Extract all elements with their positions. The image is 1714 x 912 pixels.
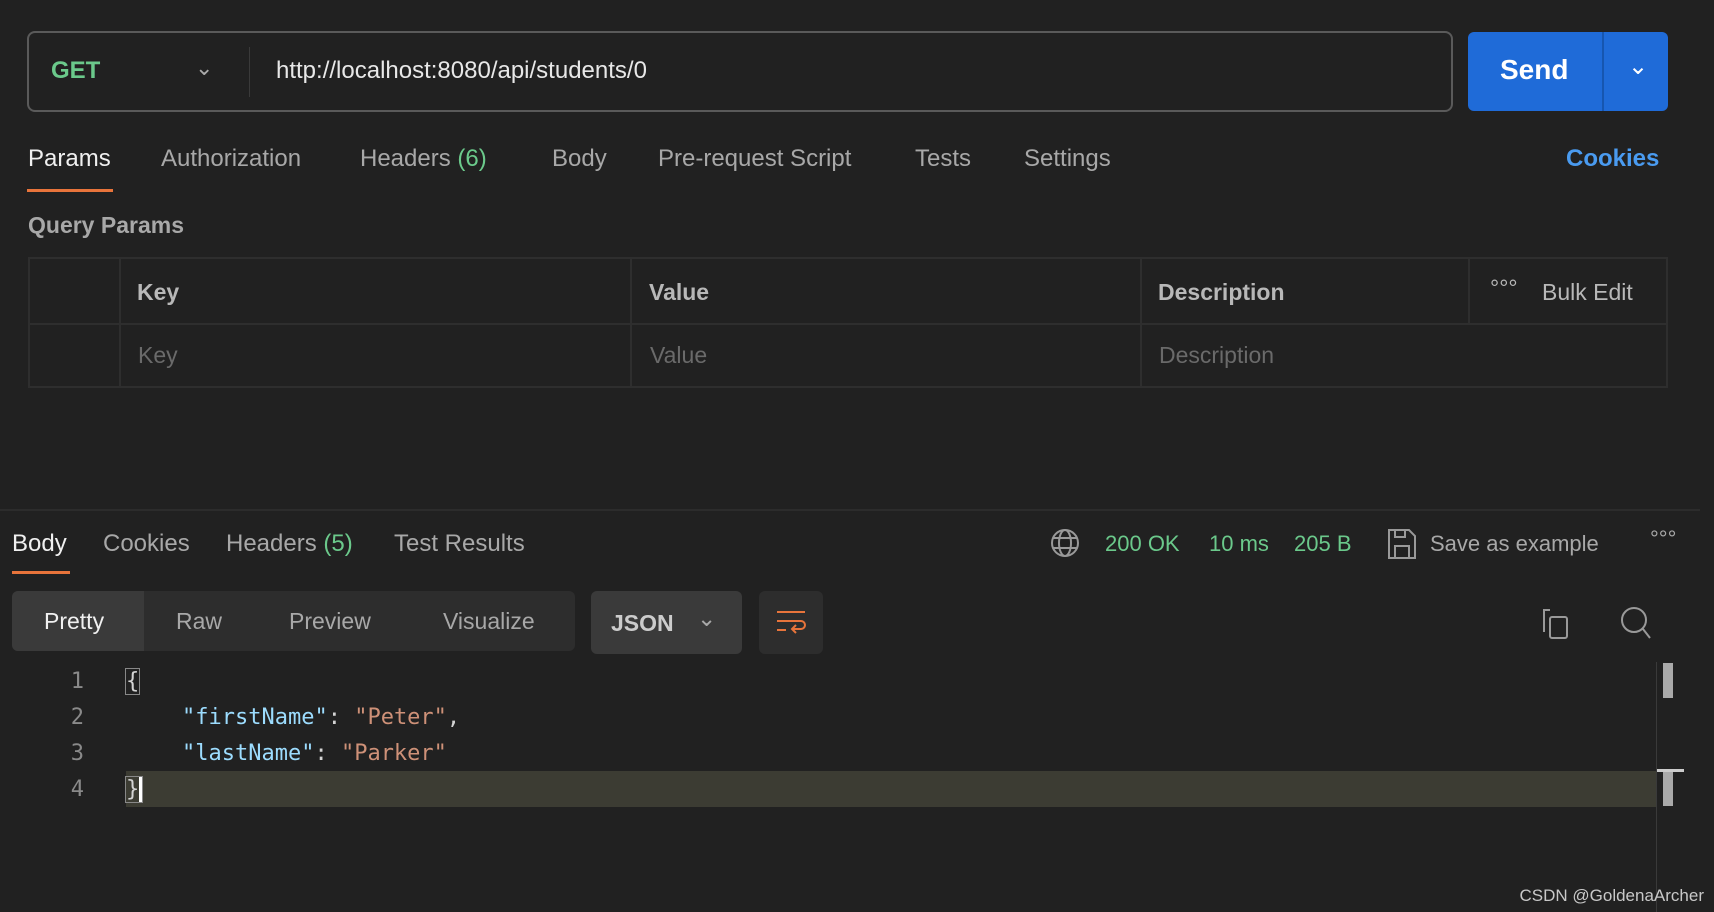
more-icon[interactable]: °°° <box>1650 526 1676 552</box>
response-size[interactable]: 205 B <box>1294 531 1352 557</box>
view-pretty[interactable]: Pretty <box>44 608 104 635</box>
tab-body[interactable]: Body <box>552 145 607 173</box>
column-header-key: Key <box>137 279 180 305</box>
code-line[interactable]: "lastName": "Parker" <box>182 741 447 766</box>
format-label: JSON <box>611 610 674 636</box>
view-mode-tabs: Pretty Raw Preview Visualize <box>12 591 575 651</box>
chevron-down-icon[interactable]: ⌄ <box>1628 52 1648 81</box>
save-as-example-button[interactable]: Save as example <box>1430 531 1599 557</box>
json-value: "Peter" <box>354 705 447 730</box>
scrollbar-thumb[interactable] <box>1663 663 1673 698</box>
bulk-edit-button[interactable]: Bulk Edit <box>1542 279 1633 306</box>
chevron-down-icon[interactable]: ⌄ <box>195 55 213 81</box>
response-tab-test-results[interactable]: Test Results <box>394 530 525 558</box>
response-tab-cookies[interactable]: Cookies <box>103 530 190 558</box>
url-input[interactable]: http://localhost:8080/api/students/0 <box>276 57 647 85</box>
wrap-lines-button[interactable] <box>759 591 823 654</box>
active-tab-indicator <box>27 189 113 192</box>
send-label: Send <box>1500 54 1569 85</box>
code-brace[interactable]: { <box>124 668 141 695</box>
watermark: CSDN @GoldenaArcher <box>1519 886 1705 905</box>
save-icon[interactable] <box>1387 528 1417 560</box>
search-icon[interactable] <box>1620 606 1652 640</box>
headers-count: (5) <box>323 530 353 557</box>
chevron-down-icon: ⌄ <box>697 605 717 631</box>
line-number: 3 <box>70 741 84 766</box>
scrollbar-track[interactable] <box>1656 662 1657 912</box>
method-select[interactable]: GET <box>51 57 100 85</box>
tab-label: Headers <box>360 145 451 172</box>
tab-settings[interactable]: Settings <box>1024 145 1111 173</box>
description-input[interactable]: Description <box>1159 342 1274 369</box>
divider <box>30 323 1666 325</box>
json-key: "lastName" <box>182 741 315 766</box>
tab-tests[interactable]: Tests <box>915 145 971 173</box>
globe-icon[interactable] <box>1050 528 1080 558</box>
status-code[interactable]: 200 OK <box>1105 531 1180 557</box>
json-value: "Parker" <box>340 741 447 766</box>
url-bar: GET ⌄ http://localhost:8080/api/students… <box>27 31 1453 112</box>
headers-count: (6) <box>457 145 487 172</box>
line-number: 2 <box>70 705 84 730</box>
tab-headers[interactable]: Headers (6) <box>360 145 487 173</box>
format-select[interactable]: JSON ⌄ <box>591 591 742 654</box>
column-header-description: Description <box>1158 279 1285 305</box>
response-tab-body[interactable]: Body <box>12 530 67 558</box>
divider <box>249 47 250 97</box>
section-title: Query Params <box>28 212 184 238</box>
scrollbar-marker <box>1663 772 1673 806</box>
tab-params[interactable]: Params <box>28 145 111 173</box>
json-key: "firstName" <box>182 705 328 730</box>
view-preview[interactable]: Preview <box>289 608 371 635</box>
divider <box>1602 32 1604 111</box>
tab-pre-request-script[interactable]: Pre-request Script <box>658 145 851 173</box>
value-input[interactable]: Value <box>650 342 707 369</box>
current-line-highlight <box>126 771 1656 807</box>
code-brace[interactable]: } <box>124 776 144 803</box>
wrap-icon <box>777 611 806 634</box>
response-time[interactable]: 10 ms <box>1209 531 1269 557</box>
tab-label: Headers <box>226 530 317 557</box>
line-number: 4 <box>70 777 84 802</box>
response-tab-headers[interactable]: Headers (5) <box>226 530 353 558</box>
code-line[interactable]: "firstName": "Peter", <box>182 705 460 730</box>
view-visualize[interactable]: Visualize <box>443 608 535 635</box>
copy-icon[interactable] <box>1541 608 1571 640</box>
line-number: 1 <box>70 669 84 694</box>
query-params-table: Key Value Description °°° Bulk Edit Key … <box>28 257 1668 388</box>
cookies-link[interactable]: Cookies <box>1566 145 1659 173</box>
divider <box>1468 259 1470 323</box>
more-icon[interactable]: °°° <box>1490 275 1518 302</box>
send-button[interactable]: Send ⌄ <box>1468 32 1668 111</box>
tab-authorization[interactable]: Authorization <box>161 145 301 173</box>
pane-divider[interactable] <box>0 509 1700 511</box>
key-input[interactable]: Key <box>138 342 178 369</box>
active-tab-indicator <box>12 571 70 574</box>
view-raw[interactable]: Raw <box>176 608 222 635</box>
column-header-value: Value <box>649 279 710 305</box>
